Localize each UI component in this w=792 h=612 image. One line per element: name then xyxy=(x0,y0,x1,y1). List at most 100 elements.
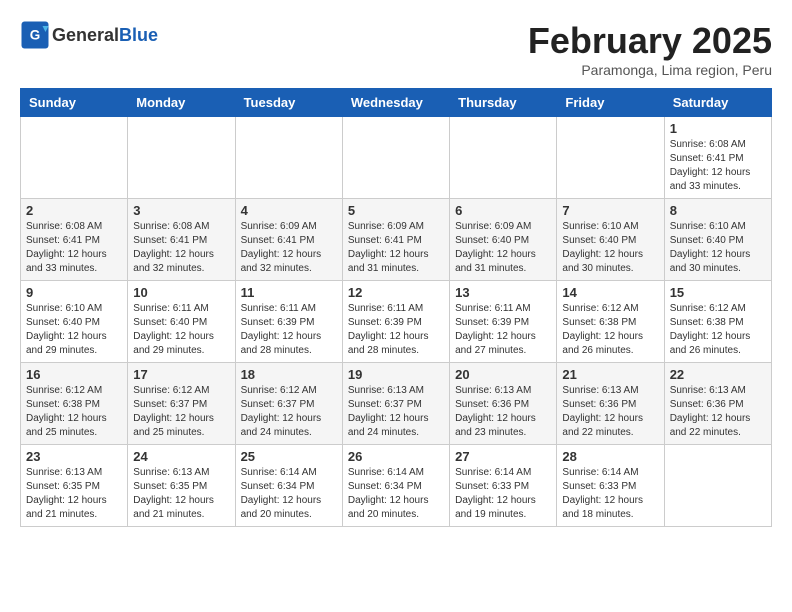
weekday-header-monday: Monday xyxy=(128,89,235,117)
calendar-cell: 20 Sunrise: 6:13 AM Sunset: 6:36 PM Dayli… xyxy=(450,363,557,445)
day-number: 23 xyxy=(26,449,122,464)
calendar-cell: 25 Sunrise: 6:14 AM Sunset: 6:34 PM Dayli… xyxy=(235,445,342,527)
calendar-cell: 13Sunrise: 6:11 AM Sunset: 6:39 PM Dayli… xyxy=(450,281,557,363)
day-info: Sunrise: 6:10 AM Sunset: 6:40 PM Dayligh… xyxy=(562,220,658,276)
day-info: Sunrise: 6:09 AM Sunset: 6:41 PM Dayligh… xyxy=(241,220,337,276)
day-number: 9 xyxy=(26,285,122,300)
calendar-week-1: 1 Sunrise: 6:08 AM Sunset: 6:41 PM Daylig… xyxy=(21,117,772,199)
calendar-cell: 5 Sunrise: 6:09 AM Sunset: 6:41 PM Daylig… xyxy=(342,199,449,281)
day-info: Sunrise: 6:14 AM Sunset: 6:33 PM Dayligh… xyxy=(562,466,658,522)
calendar-week-3: 9 Sunrise: 6:10 AM Sunset: 6:40 PM Daylig… xyxy=(21,281,772,363)
day-number: 22 xyxy=(670,367,766,382)
calendar-cell: 21 Sunrise: 6:13 AM Sunset: 6:36 PM Dayli… xyxy=(557,363,664,445)
day-info: Sunrise: 6:08 AM Sunset: 6:41 PM Dayligh… xyxy=(26,220,122,276)
day-info: Sunrise: 6:12 AM Sunset: 6:37 PM Dayligh… xyxy=(133,384,229,440)
day-info: Sunrise: 6:08 AM Sunset: 6:41 PM Dayligh… xyxy=(133,220,229,276)
day-info: Sunrise: 6:13 AM Sunset: 6:36 PM Dayligh… xyxy=(670,384,766,440)
day-info: Sunrise: 6:14 AM Sunset: 6:34 PM Dayligh… xyxy=(348,466,444,522)
day-info: Sunrise: 6:09 AM Sunset: 6:41 PM Dayligh… xyxy=(348,220,444,276)
day-number: 28 xyxy=(562,449,658,464)
day-info: Sunrise: 6:13 AM Sunset: 6:36 PM Dayligh… xyxy=(562,384,658,440)
day-number: 24 xyxy=(133,449,229,464)
day-info: Sunrise: 6:08 AM Sunset: 6:41 PM Dayligh… xyxy=(670,138,766,194)
day-info: Sunrise: 6:14 AM Sunset: 6:33 PM Dayligh… xyxy=(455,466,551,522)
day-info: Sunrise: 6:13 AM Sunset: 6:37 PM Dayligh… xyxy=(348,384,444,440)
day-number: 10 xyxy=(133,285,229,300)
calendar-cell xyxy=(557,117,664,199)
day-info: Sunrise: 6:13 AM Sunset: 6:36 PM Dayligh… xyxy=(455,384,551,440)
day-number: 21 xyxy=(562,367,658,382)
calendar-cell: 19 Sunrise: 6:13 AM Sunset: 6:37 PM Dayli… xyxy=(342,363,449,445)
day-info: Sunrise: 6:12 AM Sunset: 6:38 PM Dayligh… xyxy=(562,302,658,358)
day-info: Sunrise: 6:12 AM Sunset: 6:37 PM Dayligh… xyxy=(241,384,337,440)
calendar-cell: 15 Sunrise: 6:12 AM Sunset: 6:38 PM Dayli… xyxy=(664,281,771,363)
day-number: 20 xyxy=(455,367,551,382)
day-number: 14 xyxy=(562,285,658,300)
day-number: 16 xyxy=(26,367,122,382)
weekday-header-wednesday: Wednesday xyxy=(342,89,449,117)
day-number: 5 xyxy=(348,203,444,218)
calendar-week-5: 23 Sunrise: 6:13 AM Sunset: 6:35 PM Dayli… xyxy=(21,445,772,527)
day-info: Sunrise: 6:11 AM Sunset: 6:39 PM Dayligh… xyxy=(455,302,551,358)
day-info: Sunrise: 6:11 AM Sunset: 6:40 PM Dayligh… xyxy=(133,302,229,358)
calendar-cell: 10 Sunrise: 6:11 AM Sunset: 6:40 PM Dayli… xyxy=(128,281,235,363)
logo-blue-text: Blue xyxy=(119,25,158,46)
calendar-cell: 1 Sunrise: 6:08 AM Sunset: 6:41 PM Daylig… xyxy=(664,117,771,199)
day-info: Sunrise: 6:10 AM Sunset: 6:40 PM Dayligh… xyxy=(26,302,122,358)
day-number: 8 xyxy=(670,203,766,218)
weekday-header-saturday: Saturday xyxy=(664,89,771,117)
calendar-cell: 27Sunrise: 6:14 AM Sunset: 6:33 PM Dayli… xyxy=(450,445,557,527)
day-number: 19 xyxy=(348,367,444,382)
calendar-cell xyxy=(342,117,449,199)
day-number: 1 xyxy=(670,121,766,136)
calendar-header-row: SundayMondayTuesdayWednesdayThursdayFrid… xyxy=(21,89,772,117)
day-info: Sunrise: 6:13 AM Sunset: 6:35 PM Dayligh… xyxy=(26,466,122,522)
calendar-cell xyxy=(128,117,235,199)
day-number: 18 xyxy=(241,367,337,382)
calendar-cell: 8Sunrise: 6:10 AM Sunset: 6:40 PM Daylig… xyxy=(664,199,771,281)
day-info: Sunrise: 6:14 AM Sunset: 6:34 PM Dayligh… xyxy=(241,466,337,522)
day-number: 6 xyxy=(455,203,551,218)
calendar-cell: 11Sunrise: 6:11 AM Sunset: 6:39 PM Dayli… xyxy=(235,281,342,363)
location-subtitle: Paramonga, Lima region, Peru xyxy=(528,62,772,78)
day-info: Sunrise: 6:09 AM Sunset: 6:40 PM Dayligh… xyxy=(455,220,551,276)
calendar-cell: 28 Sunrise: 6:14 AM Sunset: 6:33 PM Dayli… xyxy=(557,445,664,527)
calendar-cell xyxy=(21,117,128,199)
day-number: 7 xyxy=(562,203,658,218)
day-number: 26 xyxy=(348,449,444,464)
calendar-cell: 17 Sunrise: 6:12 AM Sunset: 6:37 PM Dayli… xyxy=(128,363,235,445)
weekday-header-tuesday: Tuesday xyxy=(235,89,342,117)
month-title: February 2025 xyxy=(528,20,772,62)
day-info: Sunrise: 6:12 AM Sunset: 6:38 PM Dayligh… xyxy=(26,384,122,440)
day-info: Sunrise: 6:12 AM Sunset: 6:38 PM Dayligh… xyxy=(670,302,766,358)
calendar-cell: 4Sunrise: 6:09 AM Sunset: 6:41 PM Daylig… xyxy=(235,199,342,281)
day-number: 12 xyxy=(348,285,444,300)
day-number: 11 xyxy=(241,285,337,300)
logo-icon: G xyxy=(20,20,50,50)
calendar-week-2: 2 Sunrise: 6:08 AM Sunset: 6:41 PM Daylig… xyxy=(21,199,772,281)
calendar-cell xyxy=(450,117,557,199)
calendar-table: SundayMondayTuesdayWednesdayThursdayFrid… xyxy=(20,88,772,527)
calendar-cell: 16 Sunrise: 6:12 AM Sunset: 6:38 PM Dayli… xyxy=(21,363,128,445)
day-number: 15 xyxy=(670,285,766,300)
calendar-cell: 7 Sunrise: 6:10 AM Sunset: 6:40 PM Daylig… xyxy=(557,199,664,281)
calendar-cell xyxy=(664,445,771,527)
weekday-header-sunday: Sunday xyxy=(21,89,128,117)
day-number: 25 xyxy=(241,449,337,464)
page-header: G General Blue February 2025 Paramonga, … xyxy=(20,20,772,78)
calendar-cell: 24 Sunrise: 6:13 AM Sunset: 6:35 PM Dayli… xyxy=(128,445,235,527)
calendar-cell: 9 Sunrise: 6:10 AM Sunset: 6:40 PM Daylig… xyxy=(21,281,128,363)
logo-general-text: General xyxy=(52,25,119,46)
day-number: 17 xyxy=(133,367,229,382)
day-info: Sunrise: 6:13 AM Sunset: 6:35 PM Dayligh… xyxy=(133,466,229,522)
day-number: 3 xyxy=(133,203,229,218)
weekday-header-thursday: Thursday xyxy=(450,89,557,117)
calendar-cell: 12Sunrise: 6:11 AM Sunset: 6:39 PM Dayli… xyxy=(342,281,449,363)
calendar-cell: 18 Sunrise: 6:12 AM Sunset: 6:37 PM Dayli… xyxy=(235,363,342,445)
calendar-cell: 22 Sunrise: 6:13 AM Sunset: 6:36 PM Dayli… xyxy=(664,363,771,445)
calendar-cell: 23 Sunrise: 6:13 AM Sunset: 6:35 PM Dayli… xyxy=(21,445,128,527)
svg-text:G: G xyxy=(30,28,41,43)
calendar-cell: 3 Sunrise: 6:08 AM Sunset: 6:41 PM Daylig… xyxy=(128,199,235,281)
calendar-cell: 6 Sunrise: 6:09 AM Sunset: 6:40 PM Daylig… xyxy=(450,199,557,281)
day-number: 2 xyxy=(26,203,122,218)
